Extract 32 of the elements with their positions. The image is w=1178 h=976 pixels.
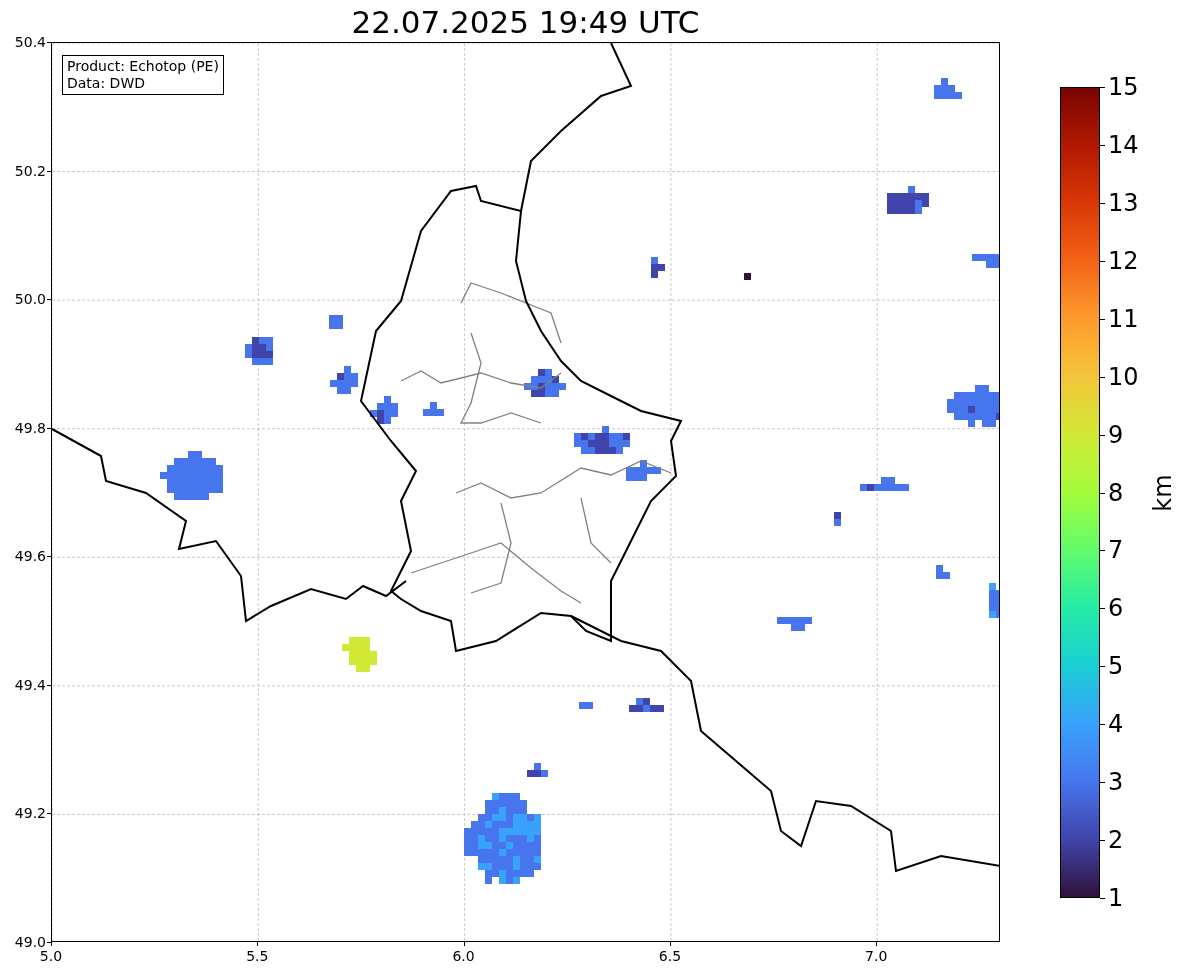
chart-title: 22.07.2025 19:49 UTC [350,3,701,42]
colorbar-label: km [1148,474,1177,512]
axis-tick-label: 50.2 [14,162,46,179]
legend-text: Data: DWD [67,75,146,92]
legend-text: Product: Echotop (PE) [67,58,219,75]
axis-tick-label: 49.6 [14,548,46,565]
axis-tick-label: 5.5 [246,948,269,964]
colorbar-tick-label: 15 [1108,73,1139,101]
axis-tick-label: 50.0 [14,291,46,308]
colorbar-tick-label: 1 [1108,884,1124,912]
axis-tick-label: 49.8 [14,419,46,436]
colorbar-tick-label: 3 [1108,768,1124,797]
axis-tick-label: 50.4 [14,34,46,50]
axis-tick-label: 6.5 [658,948,682,964]
axis-tick-label: 5.0 [39,948,63,964]
axis-tick-label: 49.0 [14,934,46,950]
colorbar-tick-label: 9 [1108,420,1124,449]
colorbar-tick-label: 10 [1108,362,1139,391]
colorbar-tick-label: 2 [1108,826,1124,855]
axis-tick-label: 49.2 [14,805,46,822]
axis-tick-label: 7.0 [865,948,888,964]
colorbar-tick-label: 13 [1108,188,1139,217]
colorbar-tick-label: 12 [1108,246,1139,275]
colorbar-tick-label: 14 [1108,130,1139,159]
colorbar-tick-label: 5 [1108,652,1124,681]
axis-tick-label: 6.0 [452,948,475,964]
colorbar-tick-label: 11 [1108,304,1139,333]
colorbar-tick-label: 4 [1108,710,1124,739]
colorbar-tick-label: 8 [1108,478,1124,507]
colorbar-tick-label: 6 [1108,594,1124,623]
axis-tick-label: 49.4 [14,676,46,693]
colorbar-tick-label: 7 [1108,536,1124,565]
